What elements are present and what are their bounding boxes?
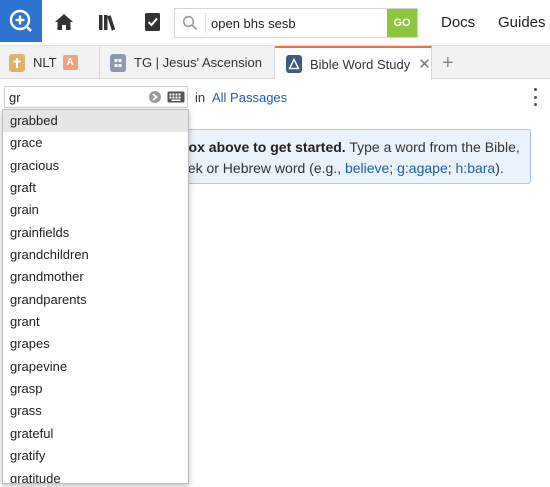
info-text-1: Type a word from the Bible, bbox=[345, 139, 520, 155]
in-label: in bbox=[195, 90, 206, 105]
example-believe-link[interactable]: believe bbox=[345, 160, 389, 176]
go-button[interactable]: GO bbox=[387, 9, 417, 37]
info-end: ). bbox=[495, 160, 504, 176]
info-sep-2: ; bbox=[447, 160, 456, 176]
go-arrow-icon[interactable] bbox=[148, 90, 162, 107]
word-input-box bbox=[4, 86, 188, 108]
tasks-icon[interactable] bbox=[141, 10, 165, 34]
suggestion-item[interactable]: graft bbox=[3, 177, 188, 199]
close-icon[interactable]: ✕ bbox=[418, 55, 431, 73]
suggestion-item[interactable]: grandchildren bbox=[3, 244, 188, 266]
suggestion-item[interactable]: grabbed bbox=[3, 110, 188, 133]
top-toolbar: GO Docs Guides bbox=[0, 0, 550, 46]
logos-home-logo[interactable] bbox=[0, 0, 42, 42]
passage-scope-link[interactable]: All Passages bbox=[212, 90, 287, 105]
more-options-icon[interactable] bbox=[532, 88, 538, 106]
info-bold-text: box above to get started. bbox=[180, 139, 346, 155]
keyboard-icon[interactable] bbox=[167, 90, 185, 107]
example-bara-link[interactable]: h:bara bbox=[456, 160, 496, 176]
tab-label: Bible Word Study bbox=[310, 56, 411, 72]
word-study-icon bbox=[286, 55, 302, 73]
example-agape-link[interactable]: g:agape bbox=[397, 160, 448, 176]
tab-nlt[interactable]: NLT A bbox=[0, 46, 100, 79]
tab-bible-word-study[interactable]: Bible Word Study ✕ bbox=[275, 46, 432, 80]
info-line-2: eek or Hebrew word (e.g., believe; g:aga… bbox=[180, 158, 530, 179]
suggestion-item[interactable]: grant bbox=[3, 311, 188, 333]
tab-label: NLT bbox=[33, 55, 57, 70]
guides-menu[interactable]: Guides bbox=[498, 14, 546, 31]
suggestion-item[interactable]: gratitude bbox=[3, 468, 188, 484]
search-icon bbox=[182, 15, 198, 34]
logos-logo-icon bbox=[9, 9, 32, 32]
suggestion-item[interactable]: gracious bbox=[3, 155, 188, 177]
word-input[interactable] bbox=[9, 89, 139, 105]
tab-bar: NLT A TG | Jesus' Ascension Bible Word S… bbox=[0, 46, 550, 80]
info-text-2: eek or Hebrew word (e.g., bbox=[180, 160, 345, 176]
suggestion-item[interactable]: grandparents bbox=[3, 289, 188, 311]
autocomplete-dropdown: grabbed grace gracious graft grain grain… bbox=[2, 109, 189, 484]
tab-badge: A bbox=[62, 55, 78, 70]
search-divider bbox=[205, 13, 206, 33]
bible-icon bbox=[9, 53, 25, 72]
suggestion-item[interactable]: grace bbox=[3, 132, 188, 154]
getting-started-message: box above to get started. Type a word fr… bbox=[150, 129, 531, 184]
library-icon[interactable] bbox=[96, 10, 120, 34]
docs-menu[interactable]: Docs bbox=[441, 14, 475, 31]
command-search-box: GO bbox=[174, 8, 418, 38]
suggestion-item[interactable]: gratify bbox=[3, 445, 188, 467]
home-icon[interactable] bbox=[52, 10, 76, 34]
command-search-input[interactable] bbox=[211, 13, 381, 33]
suggestion-item[interactable]: grasp bbox=[3, 378, 188, 400]
info-line-1: box above to get started. Type a word fr… bbox=[180, 137, 530, 158]
suggestion-item[interactable]: grapes bbox=[3, 333, 188, 355]
info-sep-1: ; bbox=[389, 160, 398, 176]
suggestion-item[interactable]: grapevine bbox=[3, 356, 188, 378]
suggestion-item[interactable]: grass bbox=[3, 400, 188, 422]
topic-guide-icon bbox=[110, 53, 126, 72]
tab-topic-guide[interactable]: TG | Jesus' Ascension bbox=[100, 46, 275, 79]
suggestion-item[interactable]: grandmother bbox=[3, 266, 188, 288]
add-tab-icon[interactable]: + bbox=[442, 52, 454, 75]
tab-label: TG | Jesus' Ascension bbox=[134, 55, 262, 70]
suggestion-item[interactable]: grainfields bbox=[3, 222, 188, 244]
suggestion-item[interactable]: grateful bbox=[3, 423, 188, 445]
suggestion-item[interactable]: grain bbox=[3, 199, 188, 221]
